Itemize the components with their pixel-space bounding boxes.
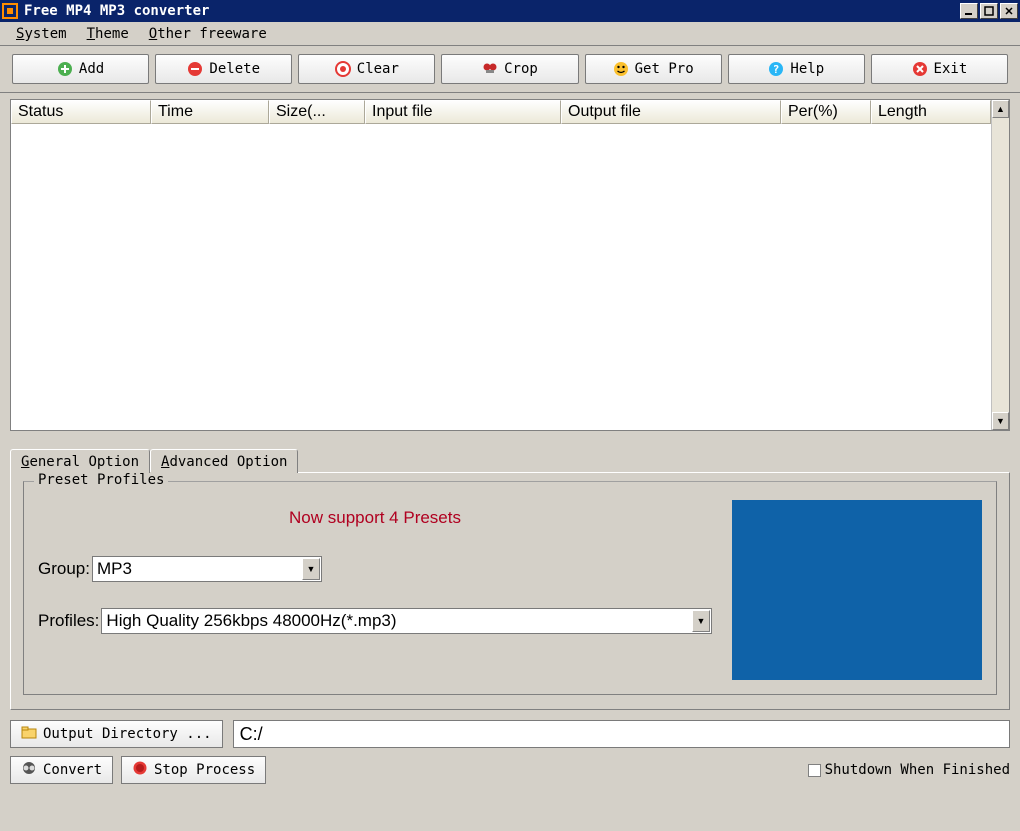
col-input-file[interactable]: Input file bbox=[365, 100, 561, 124]
menu-system[interactable]: System bbox=[6, 24, 77, 44]
preview-box bbox=[732, 500, 982, 680]
get-pro-label: Get Pro bbox=[635, 61, 694, 77]
stop-label: Stop Process bbox=[154, 762, 255, 778]
stop-process-button[interactable]: Stop Process bbox=[121, 756, 266, 784]
col-output-file[interactable]: Output file bbox=[561, 100, 781, 124]
shutdown-checkbox-row[interactable]: Shutdown When Finished bbox=[808, 762, 1010, 778]
chevron-down-icon: ▼ bbox=[302, 558, 320, 580]
scroll-track[interactable] bbox=[992, 118, 1009, 412]
col-per[interactable]: Per(%) bbox=[781, 100, 871, 124]
general-option-panel: Preset Profiles Now support 4 Presets Gr… bbox=[10, 472, 1010, 710]
preset-profiles-group: Preset Profiles Now support 4 Presets Gr… bbox=[23, 481, 997, 695]
output-path-value: C:/ bbox=[240, 724, 263, 745]
stop-icon bbox=[132, 760, 148, 780]
scroll-up-button[interactable]: ▲ bbox=[992, 100, 1009, 118]
preset-legend: Preset Profiles bbox=[34, 472, 168, 488]
menubar: System Theme Other freeware bbox=[0, 22, 1020, 46]
folder-icon bbox=[21, 724, 37, 744]
crop-label: Crop bbox=[504, 61, 538, 77]
crop-icon bbox=[482, 61, 498, 77]
delete-label: Delete bbox=[209, 61, 260, 77]
vertical-scrollbar[interactable]: ▲ ▼ bbox=[991, 100, 1009, 430]
profiles-label: Profiles: bbox=[38, 611, 99, 631]
get-pro-button[interactable]: Get Pro bbox=[585, 54, 722, 84]
help-button[interactable]: ? Help bbox=[728, 54, 865, 84]
close-button[interactable] bbox=[1000, 3, 1018, 19]
add-label: Add bbox=[79, 61, 104, 77]
output-directory-label: Output Directory ... bbox=[43, 726, 212, 742]
add-button[interactable]: Add bbox=[12, 54, 149, 84]
output-directory-button[interactable]: Output Directory ... bbox=[10, 720, 223, 748]
file-list: Status Time Size(... Input file Output f… bbox=[10, 99, 1010, 431]
menu-other-freeware[interactable]: Other freeware bbox=[139, 24, 277, 44]
convert-button[interactable]: Convert bbox=[10, 756, 113, 784]
convert-icon bbox=[21, 760, 37, 780]
tab-advanced-option[interactable]: Advanced Option bbox=[150, 449, 298, 473]
exit-button[interactable]: Exit bbox=[871, 54, 1008, 84]
bottom-bar: Output Directory ... C:/ Convert Stop Pr… bbox=[10, 720, 1010, 784]
table-body[interactable] bbox=[11, 124, 991, 430]
group-value: MP3 bbox=[97, 559, 132, 579]
clear-button[interactable]: Clear bbox=[298, 54, 435, 84]
smiley-icon bbox=[613, 61, 629, 77]
profiles-combo[interactable]: High Quality 256kbps 48000Hz(*.mp3) ▼ bbox=[101, 608, 712, 634]
titlebar: Free MP4 MP3 converter bbox=[0, 0, 1020, 22]
shutdown-label: Shutdown When Finished bbox=[825, 762, 1010, 778]
menu-theme[interactable]: Theme bbox=[77, 24, 139, 44]
crop-button[interactable]: Crop bbox=[441, 54, 578, 84]
shutdown-checkbox[interactable] bbox=[808, 764, 821, 777]
table-header: Status Time Size(... Input file Output f… bbox=[11, 100, 991, 124]
col-length[interactable]: Length bbox=[871, 100, 991, 124]
group-label: Group: bbox=[38, 559, 90, 579]
clear-label: Clear bbox=[357, 61, 399, 77]
help-icon: ? bbox=[768, 61, 784, 77]
maximize-button[interactable] bbox=[980, 3, 998, 19]
options-tabs: General Option Advanced Option Preset Pr… bbox=[10, 449, 1010, 710]
toolbar: Add Delete Clear Crop Get Pro ? Help Exi… bbox=[0, 46, 1020, 93]
profiles-value: High Quality 256kbps 48000Hz(*.mp3) bbox=[106, 611, 396, 631]
minimize-button[interactable] bbox=[960, 3, 978, 19]
tab-general-option[interactable]: General Option bbox=[10, 449, 150, 473]
output-path-field[interactable]: C:/ bbox=[233, 720, 1010, 748]
col-time[interactable]: Time bbox=[151, 100, 269, 124]
exit-label: Exit bbox=[934, 61, 968, 77]
add-icon bbox=[57, 61, 73, 77]
preset-headline: Now support 4 Presets bbox=[38, 508, 712, 528]
help-label: Help bbox=[790, 61, 824, 77]
clear-icon bbox=[335, 61, 351, 77]
svg-text:?: ? bbox=[773, 63, 780, 76]
col-size[interactable]: Size(... bbox=[269, 100, 365, 124]
group-combo[interactable]: MP3 ▼ bbox=[92, 556, 322, 582]
window-title: Free MP4 MP3 converter bbox=[24, 3, 960, 19]
delete-icon bbox=[187, 61, 203, 77]
delete-button[interactable]: Delete bbox=[155, 54, 292, 84]
chevron-down-icon: ▼ bbox=[692, 610, 710, 632]
col-status[interactable]: Status bbox=[11, 100, 151, 124]
convert-label: Convert bbox=[43, 762, 102, 778]
scroll-down-button[interactable]: ▼ bbox=[992, 412, 1009, 430]
exit-icon bbox=[912, 61, 928, 77]
app-icon bbox=[2, 3, 18, 19]
